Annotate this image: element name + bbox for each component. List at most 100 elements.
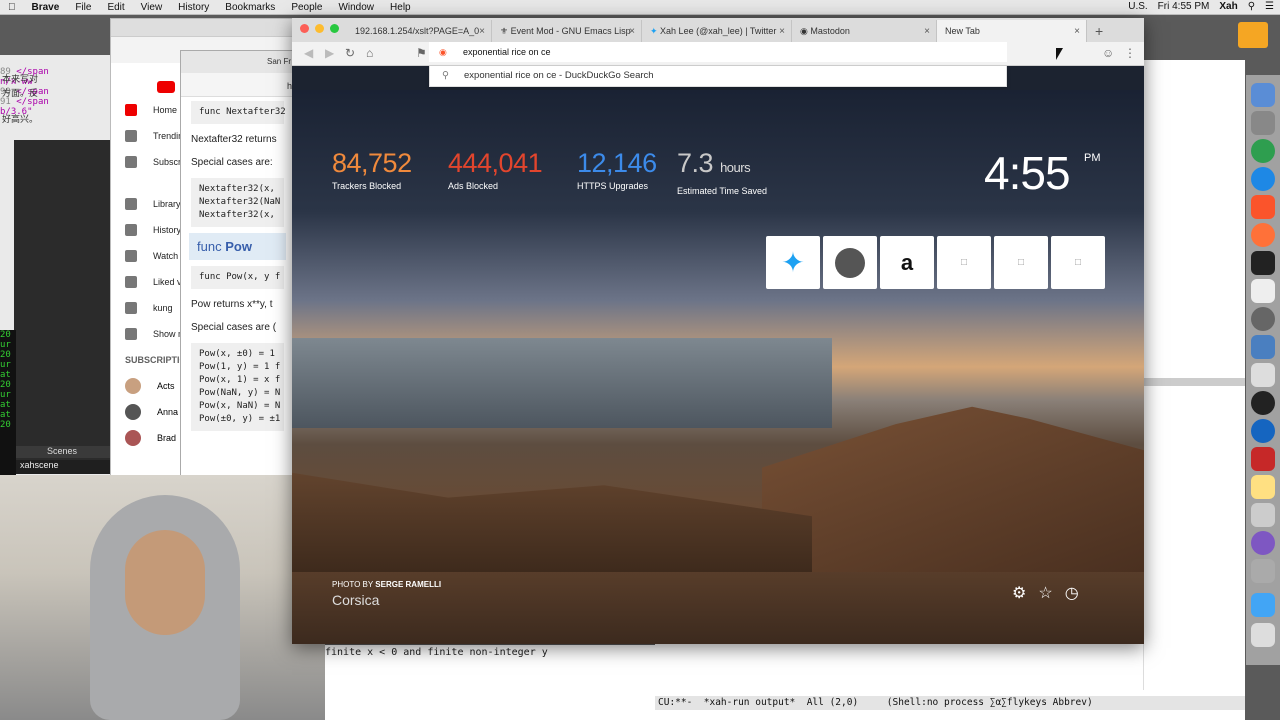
zoom-window-button[interactable]: [330, 24, 339, 33]
close-icon[interactable]: ×: [479, 26, 485, 37]
page-icon: □: [1074, 257, 1082, 268]
tab-label: Event Mod - GNU Emacs Lisp: [510, 26, 631, 36]
chrome-icon[interactable]: [1251, 139, 1275, 163]
tab-twitter[interactable]: ✦ Xah Lee (@xah_lee) | Twitter ×: [642, 20, 792, 42]
top-site-tile[interactable]: a: [880, 236, 934, 289]
trash-icon[interactable]: [1251, 623, 1275, 647]
tab-label[interactable]: San Fr: [267, 57, 291, 66]
top-sites: ✦ a □ □ □: [766, 236, 1105, 289]
stat-time-saved: 7.3 hours Estimated Time Saved: [677, 148, 767, 196]
address-bar[interactable]: ◉ exponential rice on ce: [429, 42, 1007, 62]
firefox-icon[interactable]: [1251, 223, 1275, 247]
tab-mastodon[interactable]: ◉ Mastodon ×: [792, 20, 937, 42]
avatar: [125, 430, 141, 446]
home-icon: [125, 104, 137, 116]
screenshot-icon[interactable]: [1251, 559, 1275, 583]
activity-icon[interactable]: [1251, 335, 1275, 359]
launchpad-icon[interactable]: [1251, 111, 1275, 135]
brave-shield-icon[interactable]: ◉: [439, 42, 447, 62]
top-site-tile[interactable]: □: [994, 236, 1048, 289]
keyboard-layout[interactable]: U.S.: [1128, 1, 1147, 12]
close-window-button[interactable]: [300, 24, 309, 33]
home-icon[interactable]: ⌂: [366, 46, 373, 60]
script-icon[interactable]: [1251, 503, 1275, 527]
menu-app-name[interactable]: Brave: [24, 2, 68, 13]
back-icon[interactable]: ◀: [304, 46, 313, 60]
tab-new-tab[interactable]: New Tab ×: [937, 20, 1087, 42]
brave-icon[interactable]: [1251, 195, 1275, 219]
menu-file[interactable]: File: [67, 2, 99, 13]
doc-paragraph: Special cases are:: [191, 157, 273, 168]
close-icon[interactable]: ×: [629, 26, 635, 37]
forward-icon[interactable]: ▶: [325, 46, 334, 60]
apple-icon[interactable]: : [0, 2, 24, 13]
minimize-window-button[interactable]: [315, 24, 324, 33]
top-site-tile[interactable]: □: [937, 236, 991, 289]
new-tab-actions: ⚙ ☆ ◷: [1012, 583, 1079, 603]
close-icon[interactable]: ×: [779, 26, 785, 37]
menubar-clock[interactable]: Fri 4:55 PM: [1158, 1, 1210, 12]
keyboard-icon[interactable]: [1251, 363, 1275, 387]
top-site-tile[interactable]: [823, 236, 877, 289]
address-input-value[interactable]: exponential rice on ce: [463, 47, 551, 57]
code-line: Pow(1, y) = 1 f: [199, 362, 281, 372]
window-titlebar: [111, 19, 304, 37]
emacs-modeline: CU:**- *xah-run output* All (2,0) (Shell…: [655, 696, 1245, 710]
menu-people[interactable]: People: [283, 2, 330, 13]
terminal-icon[interactable]: [1251, 251, 1275, 275]
folder-icon[interactable]: [1238, 22, 1268, 48]
tab-emacs[interactable]: ⚜ Event Mod - GNU Emacs Lisp ×: [492, 20, 642, 42]
profile-icon[interactable]: ☺: [1102, 46, 1114, 60]
search-icon: ⚲: [442, 70, 449, 81]
stat-trackers: 84,752 Trackers Blocked: [332, 148, 412, 191]
finder-icon[interactable]: [1251, 83, 1275, 107]
menu-view[interactable]: View: [133, 2, 171, 13]
avatar: [125, 404, 141, 420]
func-heading[interactable]: func Pow: [189, 233, 286, 260]
code-block: Nextafter32(x, Nextafter32(NaN Nextafter32…: [191, 178, 284, 227]
emacs-icon[interactable]: [1251, 531, 1275, 555]
menu-history[interactable]: History: [170, 2, 217, 13]
menu-list-icon[interactable]: ☰: [1265, 1, 1274, 12]
notes-icon[interactable]: [1251, 475, 1275, 499]
menu-help[interactable]: Help: [382, 2, 419, 13]
downloads-folder-icon[interactable]: [1251, 593, 1275, 617]
top-site-tile[interactable]: ✦: [766, 236, 820, 289]
search-icon[interactable]: ⚲: [1248, 1, 1255, 12]
omnibox-suggestion[interactable]: ⚲ exponential rice on ce - DuckDuckGo Se…: [429, 66, 1007, 87]
obs-scenes-header: Scenes: [14, 446, 110, 458]
reload-icon[interactable]: ↻: [345, 46, 355, 60]
settings-icon[interactable]: [1251, 307, 1275, 331]
nav-label: Home: [153, 105, 178, 115]
close-icon[interactable]: ×: [924, 26, 930, 37]
tab-router[interactable]: 192.168.1.254/xslt?PAGE=A_0 ×: [347, 20, 492, 42]
code-line: Pow(x, 1) = x f: [199, 375, 281, 385]
terminal-fragment: 20 ur 20 ur at 20 ur at at 20: [0, 330, 16, 480]
app-icon[interactable]: [1251, 419, 1275, 443]
photo-booth-icon[interactable]: [1251, 447, 1275, 471]
menubar-user[interactable]: Xah: [1219, 1, 1237, 12]
bookmark-icon[interactable]: ⚑: [416, 46, 427, 60]
new-tab-button[interactable]: +: [1087, 20, 1111, 42]
brave-window: 192.168.1.254/xslt?PAGE=A_0 × ⚜ Event Mod…: [292, 18, 1144, 644]
close-icon[interactable]: ×: [1074, 26, 1080, 37]
menu-edit[interactable]: Edit: [99, 2, 132, 13]
safari-icon[interactable]: [1251, 167, 1275, 191]
settings-icon[interactable]: ⚙: [1012, 583, 1026, 603]
obs-icon[interactable]: [1251, 391, 1275, 415]
code-line: Pow(x, NaN) = N: [199, 401, 281, 411]
history-icon[interactable]: ◷: [1065, 583, 1079, 603]
code-block: func Nextafter32: [191, 101, 286, 124]
history-icon: [125, 224, 137, 236]
menu-icon[interactable]: ⋮: [1124, 46, 1136, 60]
youtube-logo-icon[interactable]: [157, 81, 175, 93]
menu-window[interactable]: Window: [330, 2, 382, 13]
obs-scene-item[interactable]: xahscene: [14, 460, 110, 474]
subscriptions-icon: [125, 156, 137, 168]
address-bar[interactable]: htt: [181, 73, 294, 97]
func-keyword: func: [197, 239, 222, 254]
textedit-icon[interactable]: [1251, 279, 1275, 303]
menu-bookmarks[interactable]: Bookmarks: [217, 2, 283, 13]
top-site-tile[interactable]: □: [1051, 236, 1105, 289]
bookmarks-icon[interactable]: ☆: [1038, 583, 1052, 603]
